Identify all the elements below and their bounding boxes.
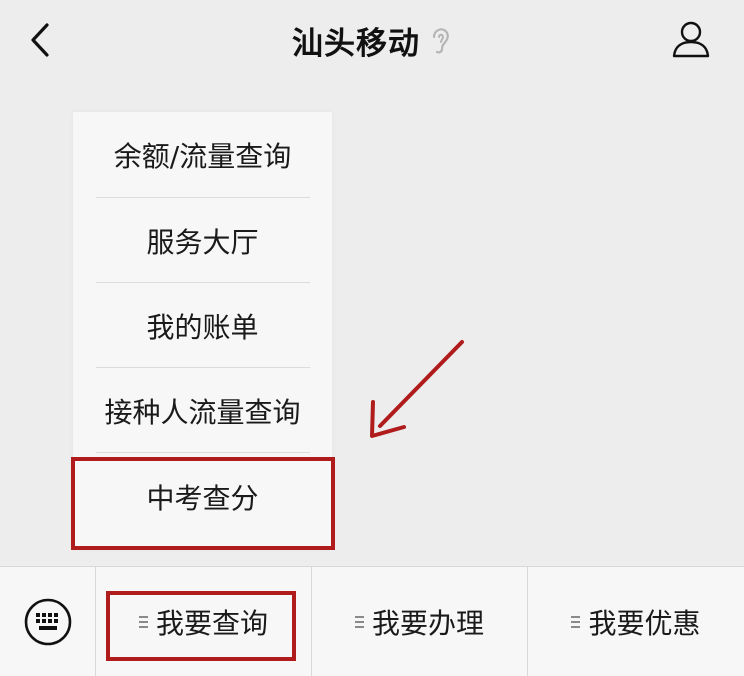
menu-lines-icon	[571, 616, 581, 628]
menu-lines-icon	[354, 616, 364, 628]
bottom-menu-bar: 我要查询 我要办理 我要优惠	[0, 566, 744, 676]
chat-header: 汕头移动	[0, 0, 744, 82]
menu-item-balance-query[interactable]: 余额/流量查询	[73, 112, 332, 197]
tab-offers[interactable]: 我要优惠	[528, 567, 744, 676]
keyboard-icon	[24, 598, 71, 646]
tab-label: 我要查询	[155, 607, 268, 640]
user-profile-icon	[672, 21, 710, 58]
menu-item-my-bill[interactable]: 我的账单	[73, 283, 332, 368]
divider	[96, 452, 310, 453]
ear-icon	[428, 25, 452, 55]
menu-item-label: 我的账单	[146, 310, 259, 344]
page-title: 汕头移动	[292, 25, 420, 62]
sub-menu-popup: 余额/流量查询 服务大厅 我的账单 接种人流量查询 中考查分	[73, 112, 332, 548]
menu-item-label: 服务大厅	[146, 225, 259, 259]
title-group: 汕头移动	[0, 16, 744, 64]
menu-item-label: 中考查分	[146, 481, 259, 515]
menu-item-label: 接种人流量查询	[104, 395, 301, 429]
keyboard-toggle-button[interactable]	[0, 567, 96, 676]
menu-item-exam-score[interactable]: 中考查分	[73, 454, 332, 539]
pointer-arrow-icon	[370, 340, 464, 438]
tab-query[interactable]: 我要查询	[96, 567, 312, 676]
menu-lines-icon	[138, 616, 148, 628]
profile-button[interactable]	[668, 16, 714, 62]
menu-item-service-hall[interactable]: 服务大厅	[73, 198, 332, 283]
tab-label: 我要优惠	[588, 607, 701, 640]
menu-item-label: 余额/流量查询	[113, 139, 292, 173]
menu-item-vaccinated-data-query[interactable]: 接种人流量查询	[73, 368, 332, 453]
tab-handle[interactable]: 我要办理	[312, 567, 528, 676]
tab-label: 我要办理	[371, 607, 484, 640]
